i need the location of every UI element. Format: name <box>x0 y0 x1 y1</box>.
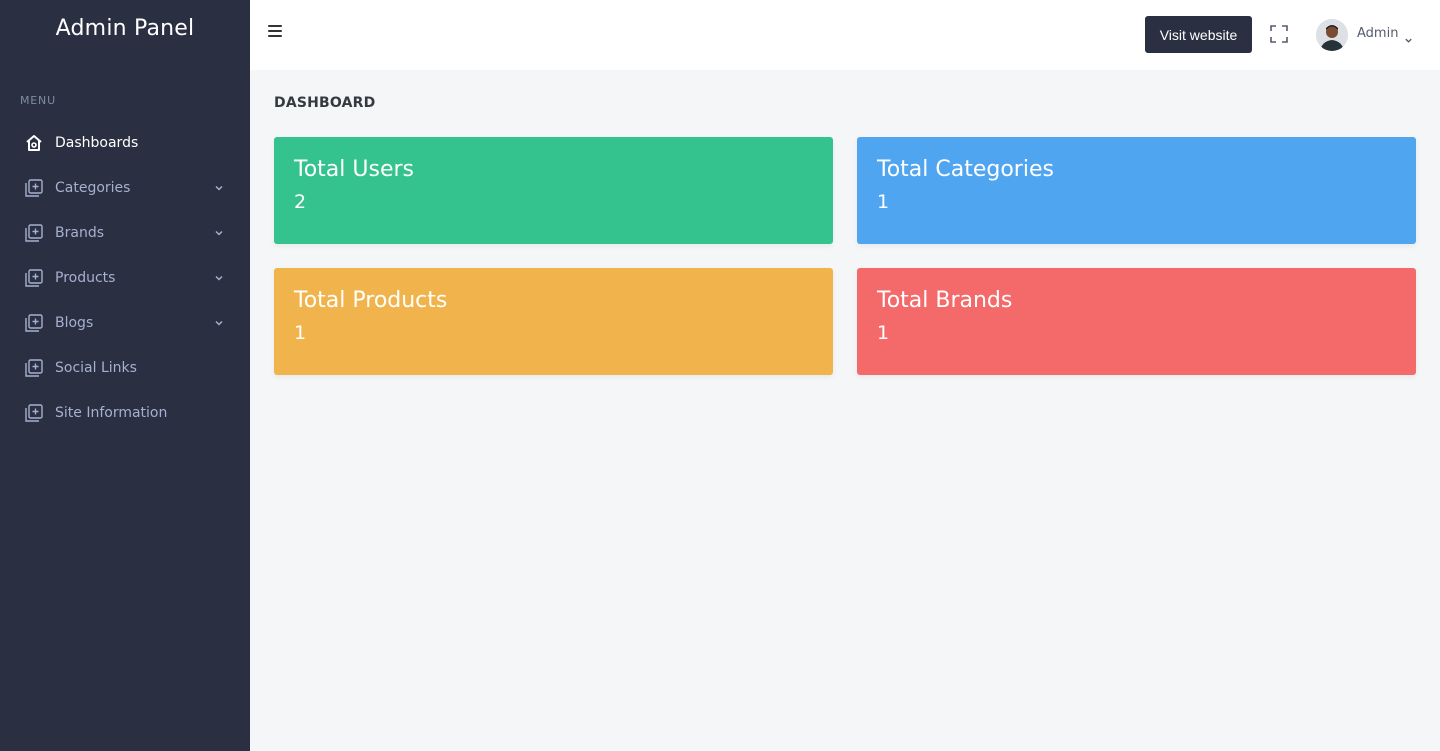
stat-card-total-categories: Total Categories 1 <box>857 137 1416 244</box>
card-value: 1 <box>877 322 890 344</box>
home-icon <box>25 134 43 152</box>
card-title: Total Users <box>294 157 414 182</box>
card-value: 2 <box>294 191 307 213</box>
sidebar-item-label: Site Information <box>55 404 168 421</box>
visit-website-button[interactable]: Visit website <box>1145 16 1252 53</box>
sidebar-item-dashboards[interactable]: Dashboards <box>0 120 250 165</box>
sidebar-item-social-links[interactable]: Social Links <box>0 345 250 390</box>
sidebar-item-label: Categories <box>55 179 131 196</box>
sidebar-item-label: Brands <box>55 224 104 241</box>
chevron-down-icon <box>214 183 224 193</box>
avatar[interactable] <box>1316 19 1348 51</box>
sidebar-item-products[interactable]: Products <box>0 255 250 300</box>
chevron-down-icon <box>214 273 224 283</box>
sidebar-item-blogs[interactable]: Blogs <box>0 300 250 345</box>
sidebar-item-label: Social Links <box>55 359 137 376</box>
card-title: Total Brands <box>877 288 1013 313</box>
chevron-down-icon <box>214 318 224 328</box>
sidebar: Admin Panel MENU Dashboards Categories B… <box>0 0 250 751</box>
chevron-down-icon[interactable] <box>1404 30 1413 43</box>
app-title: Admin Panel <box>55 16 195 41</box>
card-value: 1 <box>877 191 890 213</box>
sidebar-nav: Dashboards Categories Brands Products Bl… <box>0 120 250 435</box>
add-box-icon <box>25 178 43 197</box>
add-box-icon <box>25 223 43 242</box>
stat-card-total-products: Total Products 1 <box>274 268 833 375</box>
chevron-down-icon <box>214 228 224 238</box>
stat-card-total-users: Total Users 2 <box>274 137 833 244</box>
add-box-icon <box>25 358 43 377</box>
topbar: Visit website Admin <box>250 0 1440 70</box>
card-title: Total Categories <box>877 157 1054 182</box>
menu-toggle-icon[interactable] <box>268 25 284 43</box>
fullscreen-icon[interactable] <box>1269 24 1289 44</box>
sidebar-item-site-information[interactable]: Site Information <box>0 390 250 435</box>
card-value: 1 <box>294 322 307 344</box>
menu-title: MENU <box>20 94 56 107</box>
sidebar-item-brands[interactable]: Brands <box>0 210 250 255</box>
card-title: Total Products <box>294 288 448 313</box>
user-name[interactable]: Admin <box>1357 26 1398 41</box>
add-box-icon <box>25 313 43 332</box>
sidebar-item-label: Products <box>55 269 116 286</box>
add-box-icon <box>25 403 43 422</box>
sidebar-item-label: Dashboards <box>55 134 139 151</box>
add-box-icon <box>25 268 43 287</box>
stat-card-total-brands: Total Brands 1 <box>857 268 1416 375</box>
sidebar-item-categories[interactable]: Categories <box>0 165 250 210</box>
page-title: DASHBOARD <box>274 95 376 111</box>
sidebar-item-label: Blogs <box>55 314 94 331</box>
